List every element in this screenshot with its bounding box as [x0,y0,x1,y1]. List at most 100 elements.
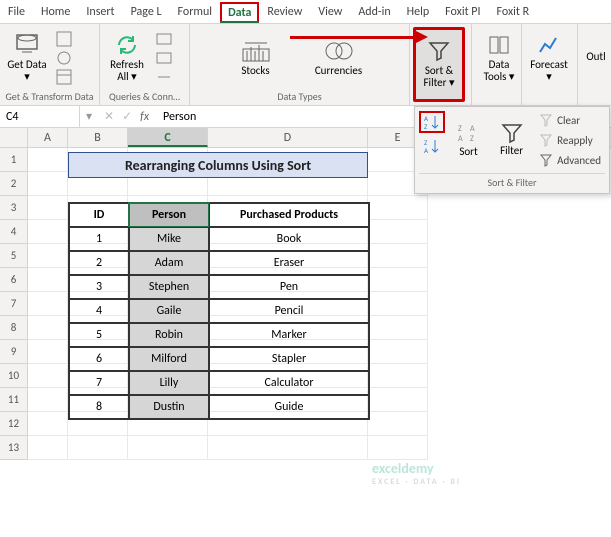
properties-icon[interactable] [156,50,172,66]
row-header[interactable]: 8 [0,316,28,340]
cell-product[interactable]: Book [209,227,369,251]
name-box[interactable]: C4 [0,106,80,127]
tab-page-layout[interactable]: Page L [123,1,170,23]
currencies-label: Currencies [315,65,362,77]
row-header[interactable]: 3 [0,196,28,220]
funnel-icon [500,122,524,144]
sort-label: Sort [459,145,477,158]
cell-product[interactable]: Calculator [209,371,369,395]
reapply-button[interactable]: Reapply [535,131,605,149]
cell-person[interactable]: Lilly [129,371,209,395]
stocks-label: Stocks [241,65,269,77]
group-data-types: Data Types [194,88,405,103]
cell-product[interactable]: Stapler [209,347,369,371]
formula-input[interactable]: Person [155,110,196,124]
cell-product[interactable]: Marker [209,323,369,347]
cell-id[interactable]: 3 [69,275,129,299]
cell-id[interactable]: 1 [69,227,129,251]
cell-person[interactable]: Robin [129,323,209,347]
tab-addins[interactable]: Add-in [350,1,398,23]
stocks-button[interactable]: Stocks [226,27,286,87]
col-header-d[interactable]: D [208,128,368,147]
tab-review[interactable]: Review [259,1,310,23]
row-header[interactable]: 12 [0,412,28,436]
tab-foxit-pdf[interactable]: Foxit PI [437,1,488,23]
tab-help[interactable]: Help [399,1,438,23]
row-header[interactable]: 13 [0,436,28,460]
refresh-all-button[interactable]: Refresh All ▾ [104,27,150,87]
outline-button[interactable]: Outl [582,27,610,87]
cell-person[interactable]: Gaile [129,299,209,323]
cell-product[interactable]: Pen [209,275,369,299]
col-header-c[interactable]: C [128,128,208,147]
row-header[interactable]: 1 [0,148,28,172]
annotation-arrow [290,36,418,39]
tab-home[interactable]: Home [33,1,78,23]
cell-person[interactable]: Mike [129,227,209,251]
enter-icon[interactable]: ✓ [122,109,132,124]
row-header[interactable]: 9 [0,340,28,364]
svg-text:Z: Z [470,134,474,144]
row-header[interactable]: 4 [0,220,28,244]
queries-icon[interactable] [156,31,172,47]
cell-id[interactable]: 4 [69,299,129,323]
advanced-button[interactable]: Advanced [535,151,605,169]
cell-person[interactable]: Adam [129,251,209,275]
funnel-icon [427,40,451,62]
tab-insert[interactable]: Insert [78,1,122,23]
data-tools-label: Data Tools ▾ [477,59,521,83]
tab-foxit-reader[interactable]: Foxit R [489,1,538,23]
header-person[interactable]: Person [129,203,209,227]
title-cell[interactable]: Rearranging Columns Using Sort [68,152,368,178]
tab-file[interactable]: File [0,1,33,23]
header-product[interactable]: Purchased Products [209,203,369,227]
dropdown-footer: Sort & Filter [419,173,605,189]
cell-id[interactable]: 6 [69,347,129,371]
select-all-corner[interactable] [0,128,28,147]
cell-id[interactable]: 5 [69,323,129,347]
forecast-button[interactable]: Forecast ▾ [526,27,572,87]
col-header-a[interactable]: A [28,128,68,147]
fx-button[interactable]: fx [140,110,149,124]
tab-data[interactable]: Data [220,2,259,22]
sort-filter-label: Sort & Filter ▾ [416,65,462,89]
group-queries: Queries & Conn… [104,88,185,103]
data-tools-icon [484,31,514,59]
sort-custom-button[interactable]: ZAAZ Sort [449,111,488,167]
from-table-icon[interactable] [56,69,72,85]
filter-button[interactable]: Filter [492,111,531,167]
from-text-icon[interactable] [56,31,72,47]
filter-label: Filter [500,144,523,157]
get-data-button[interactable]: Get Data ▾ [4,27,50,87]
outline-label: Outl [586,51,605,63]
row-header[interactable]: 10 [0,364,28,388]
sort-descending-button[interactable]: ZA [419,135,445,157]
cell-id[interactable]: 8 [69,395,129,419]
cancel-icon[interactable]: ✕ [104,109,114,124]
refresh-all-label: Refresh All ▾ [105,59,149,83]
sort-filter-dropdown: AZ ZA ZAAZ Sort Filter Clear Reapply [414,106,610,194]
row-header[interactable]: 7 [0,292,28,316]
cell-person[interactable]: Milford [129,347,209,371]
cell-person[interactable]: Stephen [129,275,209,299]
from-web-icon[interactable] [56,50,72,66]
clear-button[interactable]: Clear [535,111,605,129]
sort-ascending-button[interactable]: AZ [419,111,445,133]
cell-product[interactable]: Eraser [209,251,369,275]
cell-id[interactable]: 2 [69,251,129,275]
data-tools-button[interactable]: Data Tools ▾ [476,27,522,87]
row-header[interactable]: 11 [0,388,28,412]
row-header[interactable]: 5 [0,244,28,268]
header-id[interactable]: ID [69,203,129,227]
cell-product[interactable]: Pencil [209,299,369,323]
row-header[interactable]: 6 [0,268,28,292]
cell-product[interactable]: Guide [209,395,369,419]
row-header[interactable]: 2 [0,172,28,196]
cell-person[interactable]: Dustin [129,395,209,419]
col-header-b[interactable]: B [68,128,128,147]
menubar: File Home Insert Page L Formul Data Revi… [0,0,611,24]
edit-links-icon[interactable] [156,69,172,85]
tab-formulas[interactable]: Formul [170,1,221,23]
tab-view[interactable]: View [310,1,350,23]
cell-id[interactable]: 7 [69,371,129,395]
